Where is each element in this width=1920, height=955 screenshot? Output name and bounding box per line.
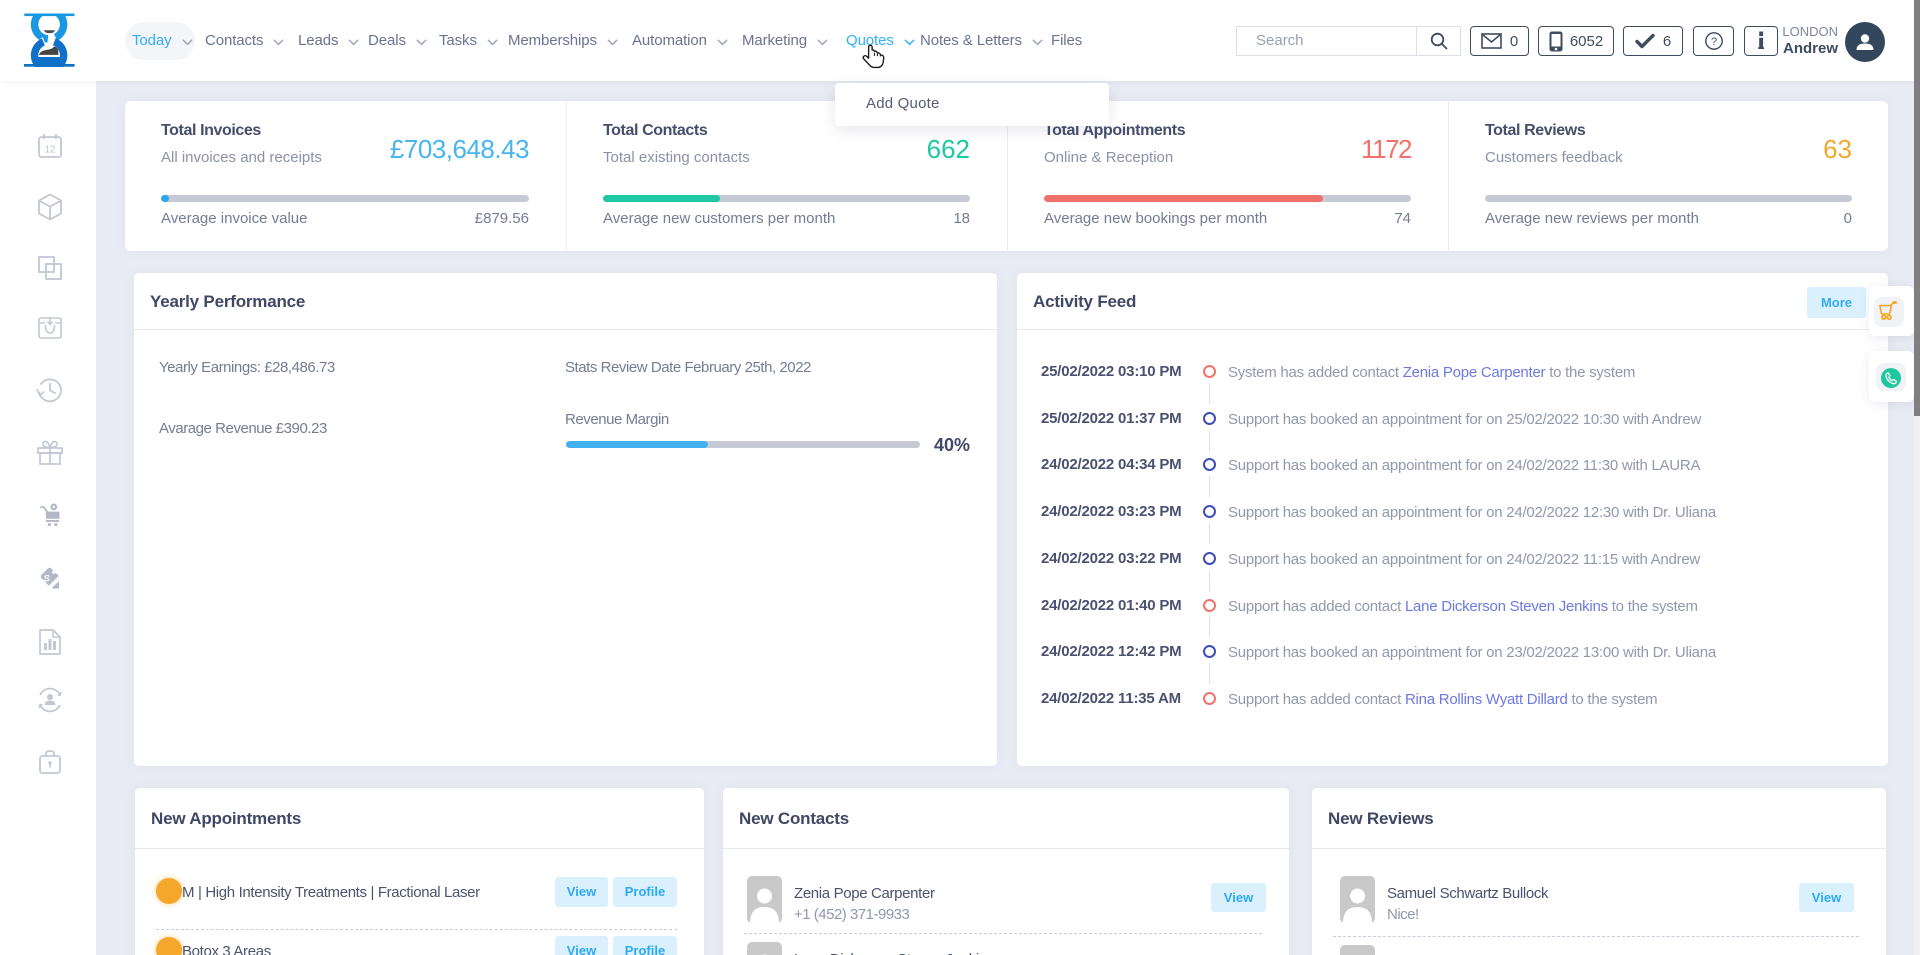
svg-text:?: ? — [1710, 36, 1716, 48]
svg-text:S: S — [43, 574, 50, 585]
svg-text:12: 12 — [44, 145, 56, 156]
